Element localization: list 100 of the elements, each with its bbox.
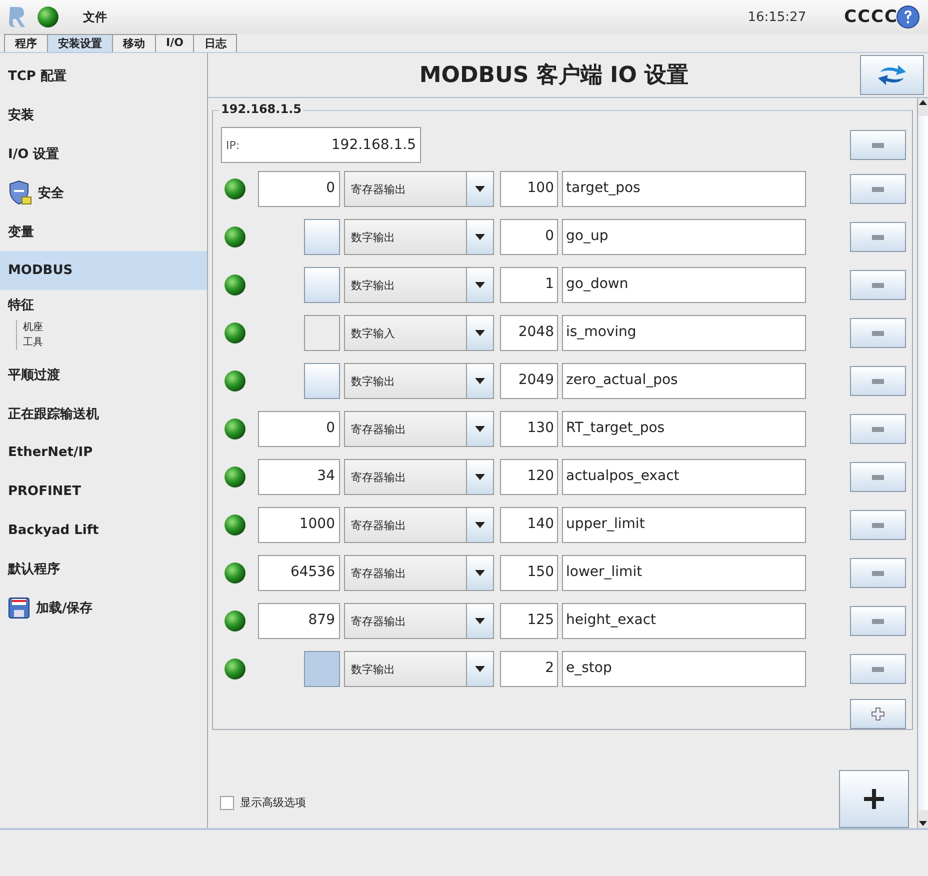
sidebar-item[interactable]: 正在跟踪输送机 (0, 394, 207, 434)
signal-name-field[interactable]: RT_target_pos (562, 411, 806, 447)
type-dropdown[interactable]: 数字输入 (344, 315, 494, 351)
address-field[interactable]: 1 (500, 267, 558, 303)
remove-button[interactable] (850, 222, 906, 252)
signal-name-field[interactable]: lower_limit (562, 555, 806, 591)
signal-name-field[interactable]: height_exact (562, 603, 806, 639)
remove-button[interactable] (850, 366, 906, 396)
type-dropdown[interactable]: 数字输出 (344, 651, 494, 687)
signal-name-field[interactable]: e_stop (562, 651, 806, 687)
type-dropdown[interactable]: 寄存器输出 (344, 459, 494, 495)
address-field[interactable]: 2048 (500, 315, 558, 351)
remove-button[interactable] (850, 654, 906, 684)
type-dropdown[interactable]: 数字输出 (344, 219, 494, 255)
tab[interactable]: 程序 (4, 34, 48, 52)
checkbox-label: 显示高级选项 (240, 795, 306, 810)
sidebar-item[interactable]: 加载/保存 (0, 588, 207, 628)
remove-button[interactable] (850, 174, 906, 204)
type-dropdown[interactable]: 寄存器输出 (344, 507, 494, 543)
address-field[interactable]: 2 (500, 651, 558, 687)
sidebar-item[interactable]: 变量 (0, 212, 207, 251)
address-field[interactable]: 125 (500, 603, 558, 639)
scrollbar[interactable] (917, 98, 928, 828)
signal-name-field[interactable]: zero_actual_pos (562, 363, 806, 399)
sidebar-subitem[interactable]: 机座 (23, 320, 207, 335)
sync-button[interactable] (860, 55, 924, 95)
signal-name-field[interactable]: upper_limit (562, 507, 806, 543)
tab[interactable]: 移动 (112, 34, 156, 52)
sidebar-item[interactable]: TCP 配置 (0, 57, 207, 96)
value-field[interactable]: 1000 (258, 507, 340, 543)
status-light-icon (224, 274, 246, 296)
remove-button[interactable] (850, 510, 906, 540)
shield-lock-icon (8, 180, 32, 206)
signal-name-field[interactable]: actualpos_exact (562, 459, 806, 495)
value-field[interactable]: 879 (258, 603, 340, 639)
page-title: MODBUS 客户端 IO 设置 (418, 62, 690, 90)
sidebar-item[interactable]: 安装 (0, 96, 207, 135)
type-dropdown[interactable]: 数字输出 (344, 267, 494, 303)
scroll-up-icon[interactable] (918, 98, 928, 106)
sidebar-subitem[interactable]: 工具 (23, 334, 207, 350)
value-field[interactable]: 0 (258, 411, 340, 447)
ip-field[interactable]: IP: 192.168.1.5 (221, 127, 421, 163)
status-light-icon (37, 6, 59, 28)
remove-button[interactable] (850, 270, 906, 300)
remove-button[interactable] (850, 462, 906, 492)
status-light-icon (224, 562, 246, 584)
type-dropdown[interactable]: 寄存器输出 (344, 555, 494, 591)
tab[interactable]: 安装设置 (47, 34, 113, 52)
remove-button[interactable] (850, 414, 906, 444)
tab[interactable]: 日志 (193, 34, 238, 52)
sidebar-item[interactable]: 安全 (0, 173, 207, 212)
address-field[interactable]: 0 (500, 219, 558, 255)
sidebar-item[interactable]: PROFINET (0, 472, 207, 511)
address-field[interactable]: 100 (500, 171, 558, 207)
value-field[interactable]: 64536 (258, 555, 340, 591)
add-button[interactable] (850, 699, 906, 729)
scroll-down-icon[interactable] (918, 820, 928, 828)
address-field[interactable]: 120 (500, 459, 558, 495)
sidebar-item[interactable]: 特征 (0, 290, 207, 320)
address-field[interactable]: 2049 (500, 363, 558, 399)
sidebar-item[interactable]: EtherNet/IP (0, 433, 207, 472)
caret-icon (475, 378, 485, 384)
caret-icon (475, 570, 485, 576)
sidebar-item[interactable]: 默认程序 (0, 550, 207, 589)
toggle-button[interactable] (304, 267, 340, 303)
sidebar-item[interactable]: MODBUS (0, 250, 207, 290)
help-icon[interactable] (896, 5, 920, 29)
minus-icon (872, 570, 884, 576)
remove-button[interactable] (850, 318, 906, 348)
signal-name-field[interactable]: go_up (562, 219, 806, 255)
toggle-button[interactable] (304, 219, 340, 255)
signal-name-field[interactable]: target_pos (562, 171, 806, 207)
value-field[interactable]: 0 (258, 171, 340, 207)
signal-name-field[interactable]: is_moving (562, 315, 806, 351)
minus-icon (872, 142, 884, 148)
checkbox[interactable] (220, 796, 234, 810)
type-dropdown[interactable]: 寄存器输出 (344, 171, 494, 207)
status-light-icon (224, 658, 246, 680)
toggle-button[interactable] (304, 363, 340, 399)
address-field[interactable]: 130 (500, 411, 558, 447)
address-field[interactable]: 140 (500, 507, 558, 543)
value-field[interactable]: 34 (258, 459, 340, 495)
minus-icon (872, 666, 884, 672)
sidebar-item[interactable]: Backyad Lift (0, 510, 207, 550)
remove-button[interactable] (850, 558, 906, 588)
address-field[interactable]: 150 (500, 555, 558, 591)
sidebar-item[interactable]: I/O 设置 (0, 134, 207, 174)
remove-button[interactable] (850, 606, 906, 636)
add-device-button[interactable] (839, 770, 909, 828)
toggle-button[interactable] (304, 651, 340, 687)
logo-icon (8, 6, 26, 28)
signal-name-field[interactable]: go_down (562, 267, 806, 303)
sidebar-item[interactable]: 平顺过渡 (0, 356, 207, 395)
remove-button[interactable] (850, 130, 906, 160)
caret-icon (475, 474, 485, 480)
file-menu[interactable]: 文件 (83, 8, 107, 26)
type-dropdown[interactable]: 寄存器输出 (344, 411, 494, 447)
type-dropdown[interactable]: 寄存器输出 (344, 603, 494, 639)
group-label: 192.168.1.5 (219, 102, 304, 116)
type-dropdown[interactable]: 数字输出 (344, 363, 494, 399)
